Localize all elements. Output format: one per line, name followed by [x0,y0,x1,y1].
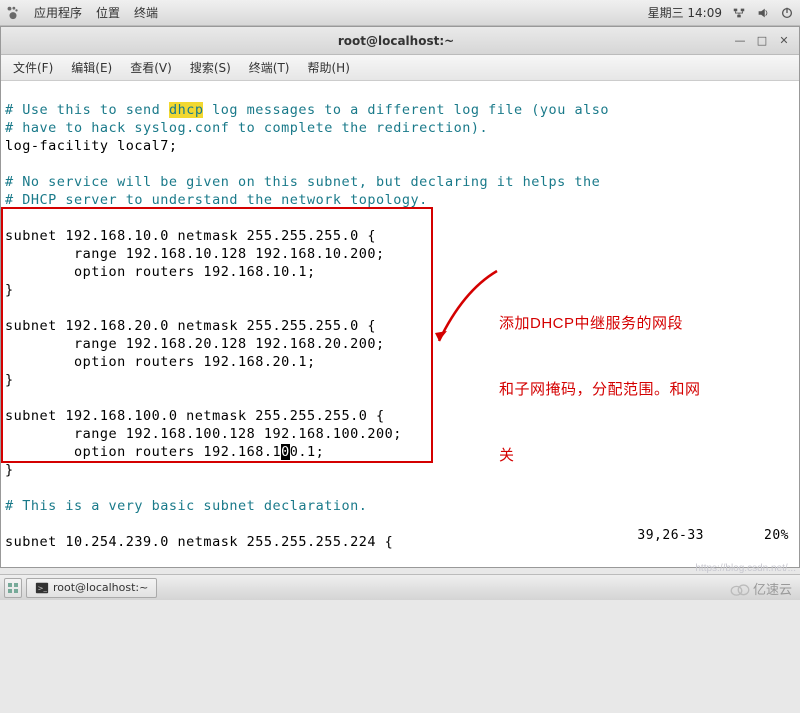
text-line: subnet 192.168.10.0 netmask 255.255.255.… [5,228,376,244]
volume-icon[interactable] [756,6,770,20]
terminal-icon: >_ [35,581,49,595]
text-line: range 192.168.20.128 192.168.20.200; [5,336,385,352]
text-line: } [5,372,14,388]
taskbar-item-label: root@localhost:~ [53,581,148,594]
annotation-arrow [433,261,503,361]
menubar: 文件(F) 编辑(E) 查看(V) 搜索(S) 终端(T) 帮助(H) [1,55,799,81]
text-line: subnet 192.168.100.0 netmask 255.255.255… [5,408,385,424]
text-line: # have to hack syslog.conf to complete t… [5,120,488,136]
text-line: # This is a very basic subnet declaratio… [5,498,367,514]
terminal-window: root@localhost:~ — □ ✕ 文件(F) 编辑(E) 查看(V)… [0,26,800,568]
text-line: log-facility local7; [5,138,178,154]
network-icon[interactable] [732,6,746,20]
svg-text:>_: >_ [38,584,48,592]
text-line: subnet 10.254.239.0 netmask 255.255.255.… [5,534,393,550]
gnome-foot-icon [6,6,20,20]
text-line: 0.1; [290,444,325,460]
text-line: } [5,462,14,478]
text-line: } [5,282,14,298]
power-icon[interactable] [780,6,794,20]
annotation-line: 和子网掩码，分配范围。和网 [499,379,709,401]
menu-view[interactable]: 查看(V) [122,57,180,78]
blog-watermark: https://blog.csdn.net/... [695,563,796,574]
annotation-line: 关 [499,445,709,467]
text-line: # Use this to send [5,102,169,118]
text-line: option routers 192.168.1 [5,444,281,460]
apps-menu[interactable]: 应用程序 [34,4,82,21]
clock[interactable]: 星期三 14:09 [648,4,722,21]
window-title: root@localhost:~ [61,34,731,48]
places-menu[interactable]: 位置 [96,4,120,21]
text-line: # No service will be given on this subne… [5,174,600,190]
window-titlebar[interactable]: root@localhost:~ — □ ✕ [1,27,799,55]
close-button[interactable]: ✕ [775,33,793,49]
vim-status-line: 39,26-33 20% [637,527,789,545]
menu-terminal[interactable]: 终端(T) [241,57,298,78]
terminal-launcher[interactable]: 终端 [134,4,158,21]
logo-text: 亿速云 [753,579,792,598]
cursor-position: 39,26-33 [637,527,704,545]
annotation-text: 添加DHCP中继服务的网段 和子网掩码，分配范围。和网 关 [499,269,709,511]
menu-search[interactable]: 搜索(S) [182,57,239,78]
gnome-bottom-panel: >_ root@localhost:~ 亿速云 [0,574,800,600]
logo-watermark: 亿速云 [729,579,792,598]
cursor: 0 [281,444,290,460]
minimize-button[interactable]: — [731,33,749,49]
text-line: log messages to a different log file (yo… [203,102,609,118]
text-line: option routers 192.168.10.1; [5,264,316,280]
text-line: range 192.168.100.128 192.168.100.200; [5,426,402,442]
menu-edit[interactable]: 编辑(E) [63,57,120,78]
show-desktop-button[interactable] [4,578,22,598]
terminal-content[interactable]: # Use this to send dhcp log messages to … [1,81,799,567]
text-line: option routers 192.168.20.1; [5,354,316,370]
menu-help[interactable]: 帮助(H) [300,57,358,78]
annotation-line: 添加DHCP中继服务的网段 [499,313,709,335]
gnome-top-panel: 应用程序 位置 终端 星期三 14:09 [0,0,800,26]
file-percent: 20% [764,527,789,545]
text-line: subnet 192.168.20.0 netmask 255.255.255.… [5,318,376,334]
text-line: # DHCP server to understand the network … [5,192,428,208]
text-line: range 192.168.10.128 192.168.10.200; [5,246,385,262]
menu-file[interactable]: 文件(F) [5,57,61,78]
search-highlight: dhcp [169,102,204,118]
maximize-button[interactable]: □ [753,33,771,49]
taskbar-item-terminal[interactable]: >_ root@localhost:~ [26,578,157,598]
